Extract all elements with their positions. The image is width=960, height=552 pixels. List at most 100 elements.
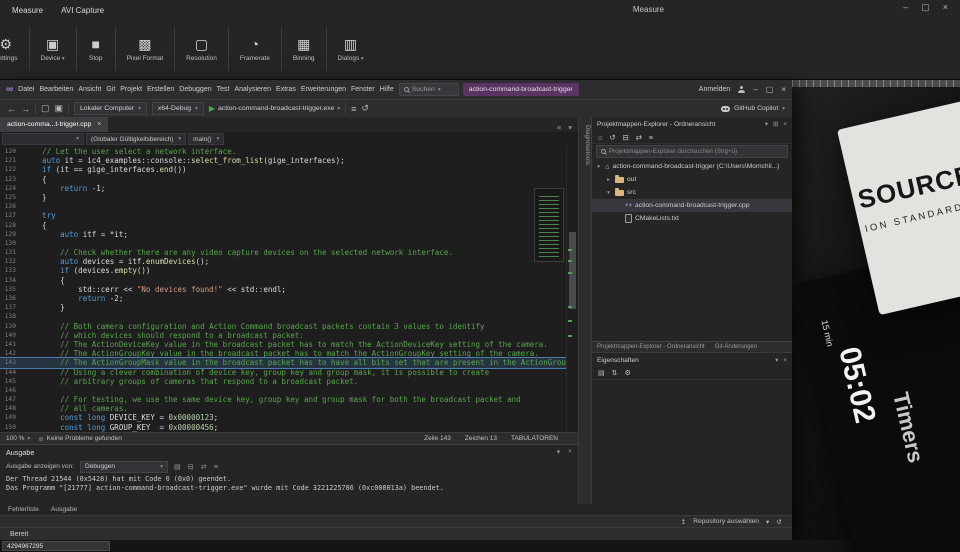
code-editor[interactable]: 120 // Let the user select a network int… bbox=[0, 146, 578, 432]
save-icon[interactable]: ▣ bbox=[55, 103, 64, 114]
tree-expander[interactable]: ▸ bbox=[605, 177, 612, 183]
capture-binning-button[interactable]: ▦Binning bbox=[284, 20, 324, 78]
dropdown-icon[interactable]: ▾ bbox=[775, 357, 778, 364]
code-line[interactable]: 134 { bbox=[0, 276, 566, 285]
code-line[interactable]: 130 bbox=[0, 239, 566, 248]
explorer-tab-git-nderungen[interactable]: Git-Änderungen bbox=[715, 344, 757, 350]
list-icon[interactable]: ▤ bbox=[174, 462, 181, 471]
select-repository-button[interactable]: Repository auswählen bbox=[693, 518, 759, 525]
run-button[interactable]: ▶ action-command-broadcast-trigger.exe ▾ bbox=[209, 104, 340, 113]
collapse-icon[interactable]: ⊟ bbox=[188, 462, 194, 471]
menu-projekt[interactable]: Projekt bbox=[119, 86, 143, 93]
tree-item[interactable]: ▾⌂action-command-broadcast-trigger (C:\U… bbox=[592, 160, 792, 173]
debug-target-dropdown[interactable]: Lokaler Computer ▾ bbox=[74, 102, 147, 115]
close-icon[interactable]: × bbox=[97, 121, 101, 128]
panel-tab-ausgabe[interactable]: Ausgabe bbox=[51, 506, 77, 513]
code-line[interactable]: 123 { bbox=[0, 175, 566, 184]
tree-item[interactable]: ▾src bbox=[592, 186, 792, 199]
refresh-icon[interactable]: ↺ bbox=[361, 103, 369, 114]
dropdown-icon[interactable]: ▾ bbox=[557, 448, 560, 456]
code-line[interactable]: 141 // The ActionDeviceKey value in the … bbox=[0, 340, 566, 349]
line-indicator[interactable]: Zeile 143 bbox=[424, 435, 451, 442]
dropdown-icon[interactable]: ▾ bbox=[765, 121, 768, 128]
minimize-icon[interactable]: – bbox=[903, 2, 908, 13]
close-icon[interactable]: × bbox=[943, 2, 948, 13]
editor-scrollbar[interactable] bbox=[566, 146, 578, 432]
code-line[interactable]: 133 if (devices.empty()) bbox=[0, 266, 566, 275]
member-dropdown[interactable]: main() ▾ bbox=[188, 133, 224, 145]
tree-expander[interactable]: ▾ bbox=[595, 164, 602, 170]
close-icon[interactable]: × bbox=[781, 85, 786, 94]
tree-item[interactable]: ▸out bbox=[592, 173, 792, 186]
close-icon[interactable]: × bbox=[783, 357, 787, 364]
code-line[interactable]: 136 return -2; bbox=[0, 294, 566, 303]
list-icon[interactable]: ▤ bbox=[598, 369, 605, 377]
menu-analysieren[interactable]: Analysieren bbox=[233, 86, 272, 93]
capture-tab-avi-capture[interactable]: AVI Capture bbox=[61, 6, 104, 15]
column-indicator[interactable]: Zeichen 13 bbox=[465, 435, 497, 442]
minimize-icon[interactable]: – bbox=[753, 85, 757, 94]
code-line[interactable]: 148 // all cameras. bbox=[0, 404, 566, 413]
tree-item[interactable]: ++action-command-broadcast-trigger.cpp bbox=[592, 199, 792, 212]
capture-framerate-button[interactable]: ◔Framerate bbox=[231, 20, 279, 78]
back-icon[interactable]: ← bbox=[7, 104, 16, 114]
solution-search-box[interactable]: Projektmappen-Explorer durchsuchen (Strg… bbox=[596, 145, 788, 158]
code-line[interactable]: 127 try bbox=[0, 211, 566, 220]
menu-fenster[interactable]: Fenster bbox=[350, 86, 376, 93]
menu-icon[interactable]: ≡ bbox=[557, 123, 561, 132]
capture-pixel-format-button[interactable]: ▩Pixel Format bbox=[118, 20, 172, 78]
code-line[interactable]: 140 // which devices should respond to a… bbox=[0, 331, 566, 340]
capture-settings-button[interactable]: ⚙Settings bbox=[0, 20, 27, 78]
capture-stop-button[interactable]: ■Stop bbox=[79, 20, 113, 78]
menu-extras[interactable]: Extras bbox=[275, 86, 297, 93]
close-icon[interactable]: × bbox=[568, 448, 572, 456]
user-avatar-icon[interactable] bbox=[738, 86, 745, 93]
code-line[interactable]: 150 const long GROUP_KEY = 0x00000456; bbox=[0, 423, 566, 432]
github-copilot-button[interactable]: GitHub Copilot ▾ bbox=[721, 105, 785, 112]
sync-icon[interactable]: ⇄ bbox=[636, 133, 642, 142]
tree-expander[interactable]: ▾ bbox=[605, 190, 612, 196]
refresh-icon[interactable]: ↺ bbox=[776, 518, 782, 526]
code-line[interactable]: 125 } bbox=[0, 193, 566, 202]
pin-icon[interactable]: ⊞ bbox=[773, 121, 778, 128]
code-line[interactable]: 144 // Using a clever combination of dev… bbox=[0, 368, 566, 377]
maximize-icon[interactable]: ▢ bbox=[766, 85, 774, 94]
code-line[interactable]: 145 // arbitrary groups of cameras that … bbox=[0, 377, 566, 386]
tree-item[interactable]: CMakeLists.txt bbox=[592, 212, 792, 225]
code-line[interactable]: 126 bbox=[0, 202, 566, 211]
code-line[interactable]: 122 if (it == gige_interfaces.end()) bbox=[0, 165, 566, 174]
capture-dialogs-button[interactable]: ▥Dialogs ▾ bbox=[329, 20, 373, 78]
explorer-tab-projektmappen-explorer-ordneransicht[interactable]: Projektmappen-Explorer - Ordneransicht bbox=[597, 344, 705, 350]
diagnostics-tab[interactable]: Diagnosetools bbox=[578, 117, 591, 504]
vs-search-box[interactable]: Suchen ▾ bbox=[399, 83, 459, 96]
code-line[interactable]: 132 auto devices = itf.enumDevices(); bbox=[0, 257, 566, 266]
sort-icon[interactable]: ⇅ bbox=[612, 369, 618, 377]
new-file-icon[interactable]: ▢ bbox=[41, 103, 50, 114]
forward-icon[interactable]: → bbox=[21, 104, 30, 114]
close-icon[interactable]: × bbox=[783, 121, 787, 128]
code-line[interactable]: 124 return -1; bbox=[0, 184, 566, 193]
code-line[interactable]: 146 bbox=[0, 386, 566, 395]
menu-test[interactable]: Test bbox=[216, 86, 231, 93]
sync-icon[interactable]: ⇄ bbox=[201, 462, 207, 471]
code-line[interactable]: 135 std::cerr << "No devices found!" << … bbox=[0, 285, 566, 294]
menu-erweiterungen[interactable]: Erweiterungen bbox=[300, 86, 347, 93]
code-line[interactable]: 137 } bbox=[0, 303, 566, 312]
code-line[interactable]: 128 { bbox=[0, 221, 566, 230]
code-line[interactable]: 147 // For testing, we use the same devi… bbox=[0, 395, 566, 404]
maximize-icon[interactable]: ▢ bbox=[921, 2, 930, 13]
problems-indicator[interactable]: ⊘ Keine Probleme gefunden bbox=[38, 435, 122, 443]
menu-git[interactable]: Git bbox=[105, 86, 116, 93]
code-line[interactable]: 149 const long DEVICE_KEY = 0x00000123; bbox=[0, 413, 566, 422]
scope-dropdown[interactable]: (Globaler Gültigkeitsbereich) ▾ bbox=[86, 133, 186, 145]
code-line[interactable]: 138 bbox=[0, 312, 566, 321]
menu-debuggen[interactable]: Debuggen bbox=[178, 86, 212, 93]
document-tab[interactable]: action-comma...t-trigger.cpp × bbox=[0, 117, 108, 132]
code-line[interactable]: 120 // Let the user select a network int… bbox=[0, 147, 566, 156]
menu-icon[interactable]: ≡ bbox=[649, 133, 653, 142]
home-icon[interactable]: ⌂ bbox=[598, 133, 602, 142]
build-config-dropdown[interactable]: x64-Debug ▾ bbox=[152, 102, 204, 115]
sign-in-link[interactable]: Anmelden bbox=[699, 86, 731, 93]
output-source-dropdown[interactable]: Debuggen ▾ bbox=[80, 461, 168, 473]
collapse-icon[interactable]: ⊟ bbox=[623, 133, 629, 142]
